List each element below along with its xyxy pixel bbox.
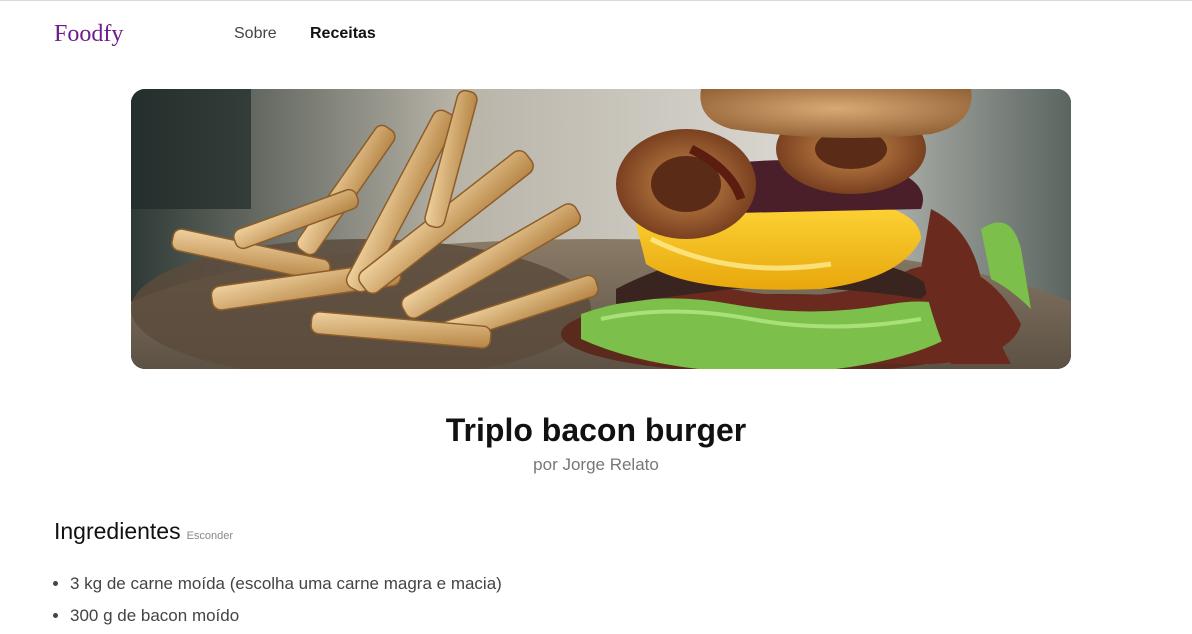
logo[interactable]: Foodfy xyxy=(54,21,123,48)
recipe-title: Triplo bacon burger xyxy=(445,412,747,448)
recipe-author: por Jorge Relato xyxy=(533,455,659,474)
ingredient-item: 3 kg de carne moída (escolha uma carne m… xyxy=(70,570,502,602)
ingredients-list: 3 kg de carne moída (escolha uma carne m… xyxy=(54,570,502,634)
ingredients-title: Ingredientes xyxy=(54,518,181,544)
ingredient-item: 300 g de bacon moído xyxy=(70,602,502,634)
nav-link-sobre[interactable]: Sobre xyxy=(234,25,277,43)
ingredients-header: Ingredientes Esconder xyxy=(54,518,233,545)
burger-photo-icon xyxy=(131,89,1071,369)
recipe-image xyxy=(131,89,1071,369)
site-header: Foodfy Sobre Receitas xyxy=(0,1,1192,67)
hide-ingredients-toggle[interactable]: Esconder xyxy=(187,530,233,542)
nav-link-receitas[interactable]: Receitas xyxy=(310,25,376,43)
